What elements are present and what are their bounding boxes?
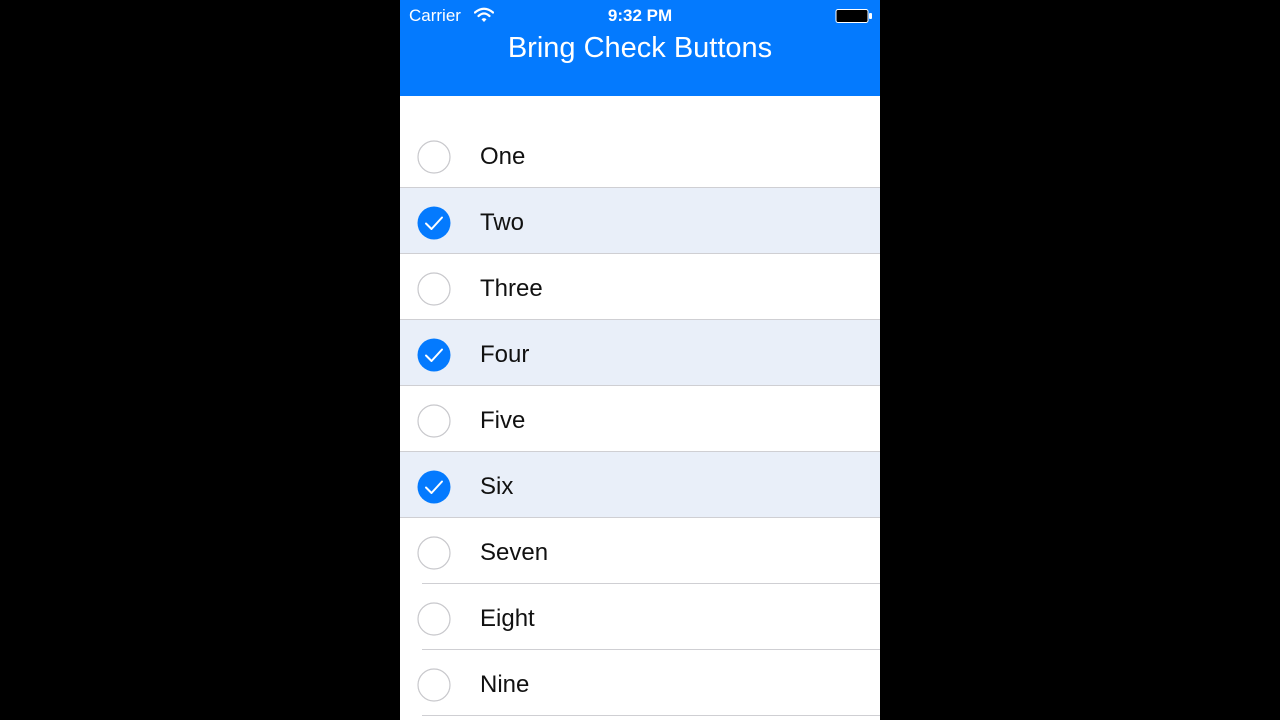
unchecked-circle-icon[interactable] — [417, 272, 451, 306]
battery-icon — [835, 9, 872, 23]
unchecked-circle-icon[interactable] — [417, 404, 451, 438]
list-item-six[interactable]: Six — [400, 452, 880, 518]
checked-circle-icon[interactable] — [417, 470, 451, 504]
list-item-label: Five — [480, 407, 526, 434]
unchecked-circle-icon[interactable] — [417, 536, 451, 570]
list-item-eight[interactable]: Eight — [400, 584, 880, 650]
status-time: 9:32 PM — [607, 6, 673, 25]
list-item-label: Eight — [480, 605, 535, 632]
list-item-label: Nine — [480, 671, 530, 698]
list-item-label: One — [480, 143, 526, 170]
list-item-label: Two — [480, 209, 525, 236]
list-item-label: Six — [480, 473, 514, 500]
unchecked-circle-icon[interactable] — [417, 668, 451, 702]
page-title: Bring Check Buttons — [507, 32, 773, 64]
list-item-nine[interactable]: Nine — [400, 650, 880, 716]
list-item-one[interactable]: One — [400, 122, 880, 188]
status-bar: Carrier 9:32 PM — [400, 0, 880, 32]
list-item-label: Seven — [480, 539, 549, 566]
unchecked-circle-icon[interactable] — [417, 602, 451, 636]
row-separator — [422, 715, 880, 716]
checked-circle-icon[interactable] — [417, 338, 451, 372]
list-item-seven[interactable]: Seven — [400, 518, 880, 584]
phone-screen: Carrier 9:32 PM Bring Check Buttons One … — [400, 0, 880, 720]
list-item-label: Four — [480, 341, 530, 368]
checked-circle-icon[interactable] — [417, 206, 451, 240]
list-item-two[interactable]: Two — [400, 188, 880, 254]
list-item-five[interactable]: Five — [400, 386, 880, 452]
unchecked-circle-icon[interactable] — [417, 140, 451, 174]
list-item-four[interactable]: Four — [400, 320, 880, 386]
navigation-bar: Carrier 9:32 PM Bring Check Buttons — [400, 0, 880, 96]
list-item-three[interactable]: Three — [400, 254, 880, 320]
list-item-label: Three — [480, 275, 543, 302]
check-list: One Two Three Four Five Six Seven Eight — [400, 122, 880, 716]
